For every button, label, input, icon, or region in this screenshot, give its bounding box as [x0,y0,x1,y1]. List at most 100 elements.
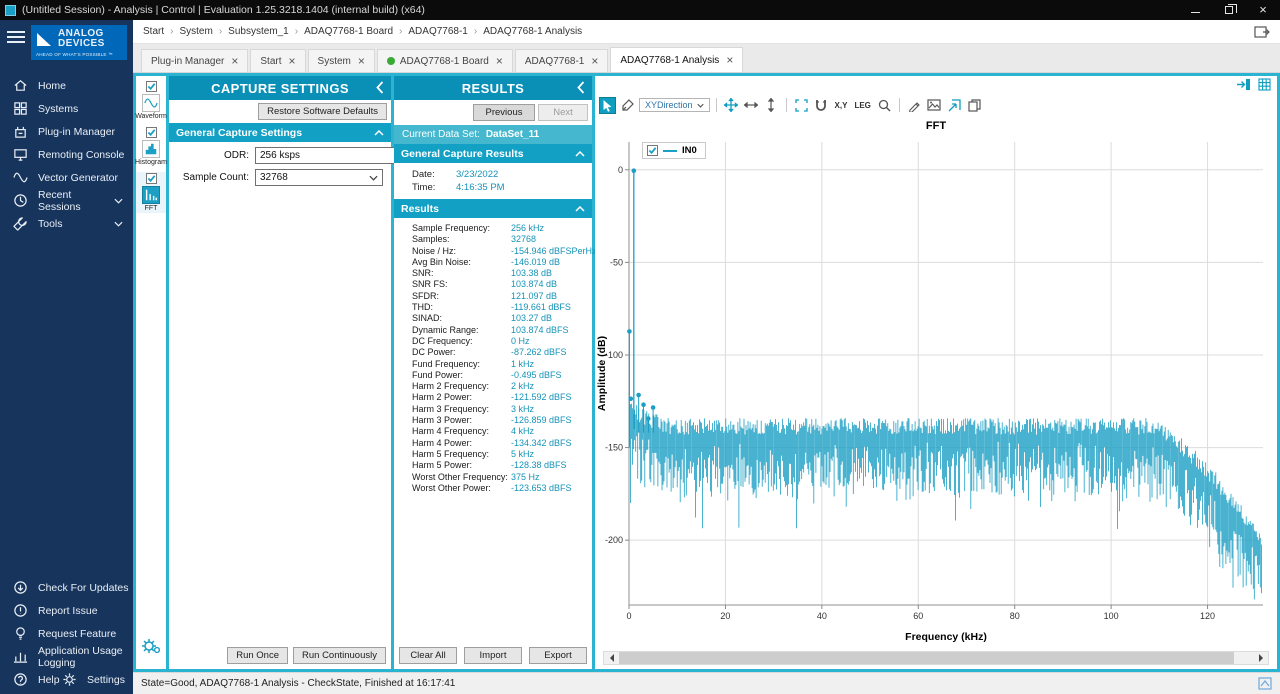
scrollbar-track[interactable] [619,652,1253,664]
sidebar-item-systems[interactable]: Systems [0,97,133,120]
hamburger-menu-icon[interactable] [7,31,25,60]
tab-close-icon[interactable]: × [231,56,238,66]
run-continuously-button[interactable]: Run Continuously [293,647,386,664]
view-tab-fft[interactable]: FFT [136,172,166,213]
legend-series-label: IN0 [682,145,697,156]
sidebar-item-help[interactable]: Help [0,668,60,691]
result-label: Harm 3 Frequency: [412,404,511,415]
pan-horizontal-button[interactable] [743,97,760,114]
next-button[interactable]: Next [538,104,588,121]
open-session-panel-button[interactable] [1254,25,1270,39]
run-once-button[interactable]: Run Once [227,647,288,664]
tab-system[interactable]: System× [308,49,375,72]
collapse-panel-icon[interactable] [577,81,585,97]
previous-button[interactable]: Previous [473,104,535,121]
export-button[interactable]: Export [529,647,587,664]
scroll-right-button[interactable] [1253,652,1268,664]
xy-direction-dropdown[interactable]: XYDirection [639,98,710,112]
general-capture-settings-bar[interactable]: General Capture Settings [169,123,391,142]
analysis-settings-gear-button[interactable] [140,636,162,661]
tab-start[interactable]: Start× [250,49,305,72]
sidebar-item-check-for-updates[interactable]: Check For Updates [0,576,133,599]
pointer-tool-button[interactable] [599,97,616,114]
chevron-down-icon [697,103,704,108]
export-data-button[interactable] [946,97,963,114]
tab-close-icon[interactable]: × [726,55,733,65]
restore-button[interactable] [1212,0,1246,20]
adi-logo[interactable]: ANALOG DEVICES AHEAD OF WHAT'S POSSIBLE … [31,25,127,60]
svg-text:-200: -200 [605,535,623,545]
collapse-panel-icon[interactable] [376,81,384,97]
breadcrumb-item[interactable]: Subsystem_1 [228,26,289,37]
view-tab-histogram[interactable]: Histogram [136,126,166,167]
brush-tool-button[interactable] [619,97,636,114]
breadcrumb-item[interactable]: ADAQ7768-1 Analysis [483,26,582,37]
zoom-extents-button[interactable] [793,97,810,114]
sample-count-dropdown[interactable]: 32768 [255,169,383,186]
report-issue-icon [12,603,28,619]
histogram-checkbox[interactable] [146,127,157,138]
xy-values-toggle[interactable]: X,Y [833,101,850,110]
sidebar-item-recent-sessions[interactable]: Recent Sessions [0,189,133,212]
sidebar-item-request-feature[interactable]: Request Feature [0,622,133,645]
plot-horizontal-scrollbar[interactable] [603,651,1269,665]
results-section-bar[interactable]: Results [394,199,592,218]
chevron-down-icon [369,175,378,181]
tab-close-icon[interactable]: × [496,56,503,66]
general-capture-results-bar[interactable]: General Capture Results [394,144,592,163]
copy-plot-button[interactable] [966,97,983,114]
sidebar-item-settings[interactable]: Settings [61,668,125,691]
sidebar-item-plugin-manager[interactable]: Plug-in Manager [0,120,133,143]
annotate-pencil-button[interactable] [906,97,923,114]
result-label: DC Power: [412,347,511,358]
close-button[interactable]: × [1246,0,1280,20]
sidebar-item-report-issue[interactable]: Report Issue [0,599,133,622]
sidebar-item-label: Settings [87,674,125,686]
legend-checkbox[interactable] [647,145,658,156]
plot-legend[interactable]: IN0 [642,142,706,159]
result-label: Harm 2 Frequency: [412,381,511,392]
zoom-magnifier-button[interactable] [876,97,893,114]
fft-checkbox[interactable] [146,173,157,184]
result-label: Worst Other Power: [412,483,511,494]
waveform-checkbox[interactable] [146,81,157,92]
scroll-left-button[interactable] [604,652,619,664]
result-row: Fund Power:-0.495 dBFS [412,370,590,381]
restore-defaults-button[interactable]: Restore Software Defaults [258,103,387,120]
tab-close-icon[interactable]: × [591,56,598,66]
result-value: -128.38 dBFS [511,460,590,471]
breadcrumb-item[interactable]: Start [143,26,164,37]
breadcrumb-item[interactable]: ADAQ7768-1 Board [304,26,393,37]
sidebar-item-remoting-console[interactable]: Remoting Console [0,143,133,166]
breadcrumb-separator [295,26,298,37]
clear-all-button[interactable]: Clear All [399,647,457,664]
breadcrumb-item[interactable]: System [179,26,212,37]
result-label: Harm 4 Power: [412,438,511,449]
app-window: (Untitled Session) - Analysis | Control … [0,0,1280,694]
snap-magnet-button[interactable] [813,97,830,114]
sidebar-item-usage-logging[interactable]: Application Usage Logging [0,645,133,668]
tab-adaq7768-1[interactable]: ADAQ7768-1× [515,49,609,72]
tab-close-icon[interactable]: × [289,56,296,66]
sidebar-item-vector-generator[interactable]: Vector Generator [0,166,133,189]
breadcrumb-item[interactable]: ADAQ7768-1 [408,26,467,37]
scrollbar-thumb[interactable] [619,652,1234,664]
legend-toggle[interactable]: LEG [852,101,872,110]
fft-chart[interactable]: 0-50-100-150-200020406080100120Frequency… [595,134,1277,647]
sidebar-item-home[interactable]: Home [0,74,133,97]
tab-adaq7768-1-analysis[interactable]: ADAQ7768-1 Analysis× [610,47,743,72]
odr-input[interactable] [255,147,397,164]
tab-close-icon[interactable]: × [358,56,365,66]
tab-plugin-manager[interactable]: Plug-in Manager× [141,49,248,72]
import-button[interactable]: Import [464,647,522,664]
view-tab-waveform[interactable]: Waveform [136,80,166,121]
general-results-block: Date:3/23/2022 Time:4:16:35 PM [394,163,592,199]
tab-adaq7768-1-board[interactable]: ADAQ7768-1 Board× [377,49,513,72]
toolbar-separator [899,98,900,112]
pan-vertical-button[interactable] [763,97,780,114]
sidebar-item-tools[interactable]: Tools [0,212,133,235]
minimize-button[interactable] [1178,0,1212,20]
chart-area: IN0 0-50-100-150-200020406080100120Frequ… [595,134,1277,647]
save-image-button[interactable] [926,97,943,114]
pan-tool-button[interactable] [723,97,740,114]
